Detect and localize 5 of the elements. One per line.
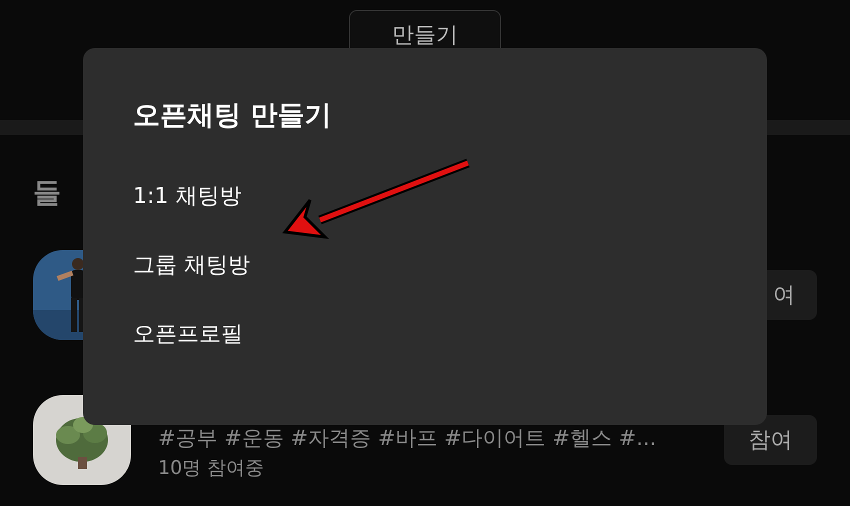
join-button[interactable]: 참여 [724,415,817,465]
dialog-title: 오픈채팅 만들기 [133,99,332,133]
room-hashtags: #공부 #운동 #자격증 #바프 #다이어트 #헬스 #... [158,425,658,451]
section-title: 들 [33,176,61,209]
member-count: 10명 참여중 [158,456,266,481]
